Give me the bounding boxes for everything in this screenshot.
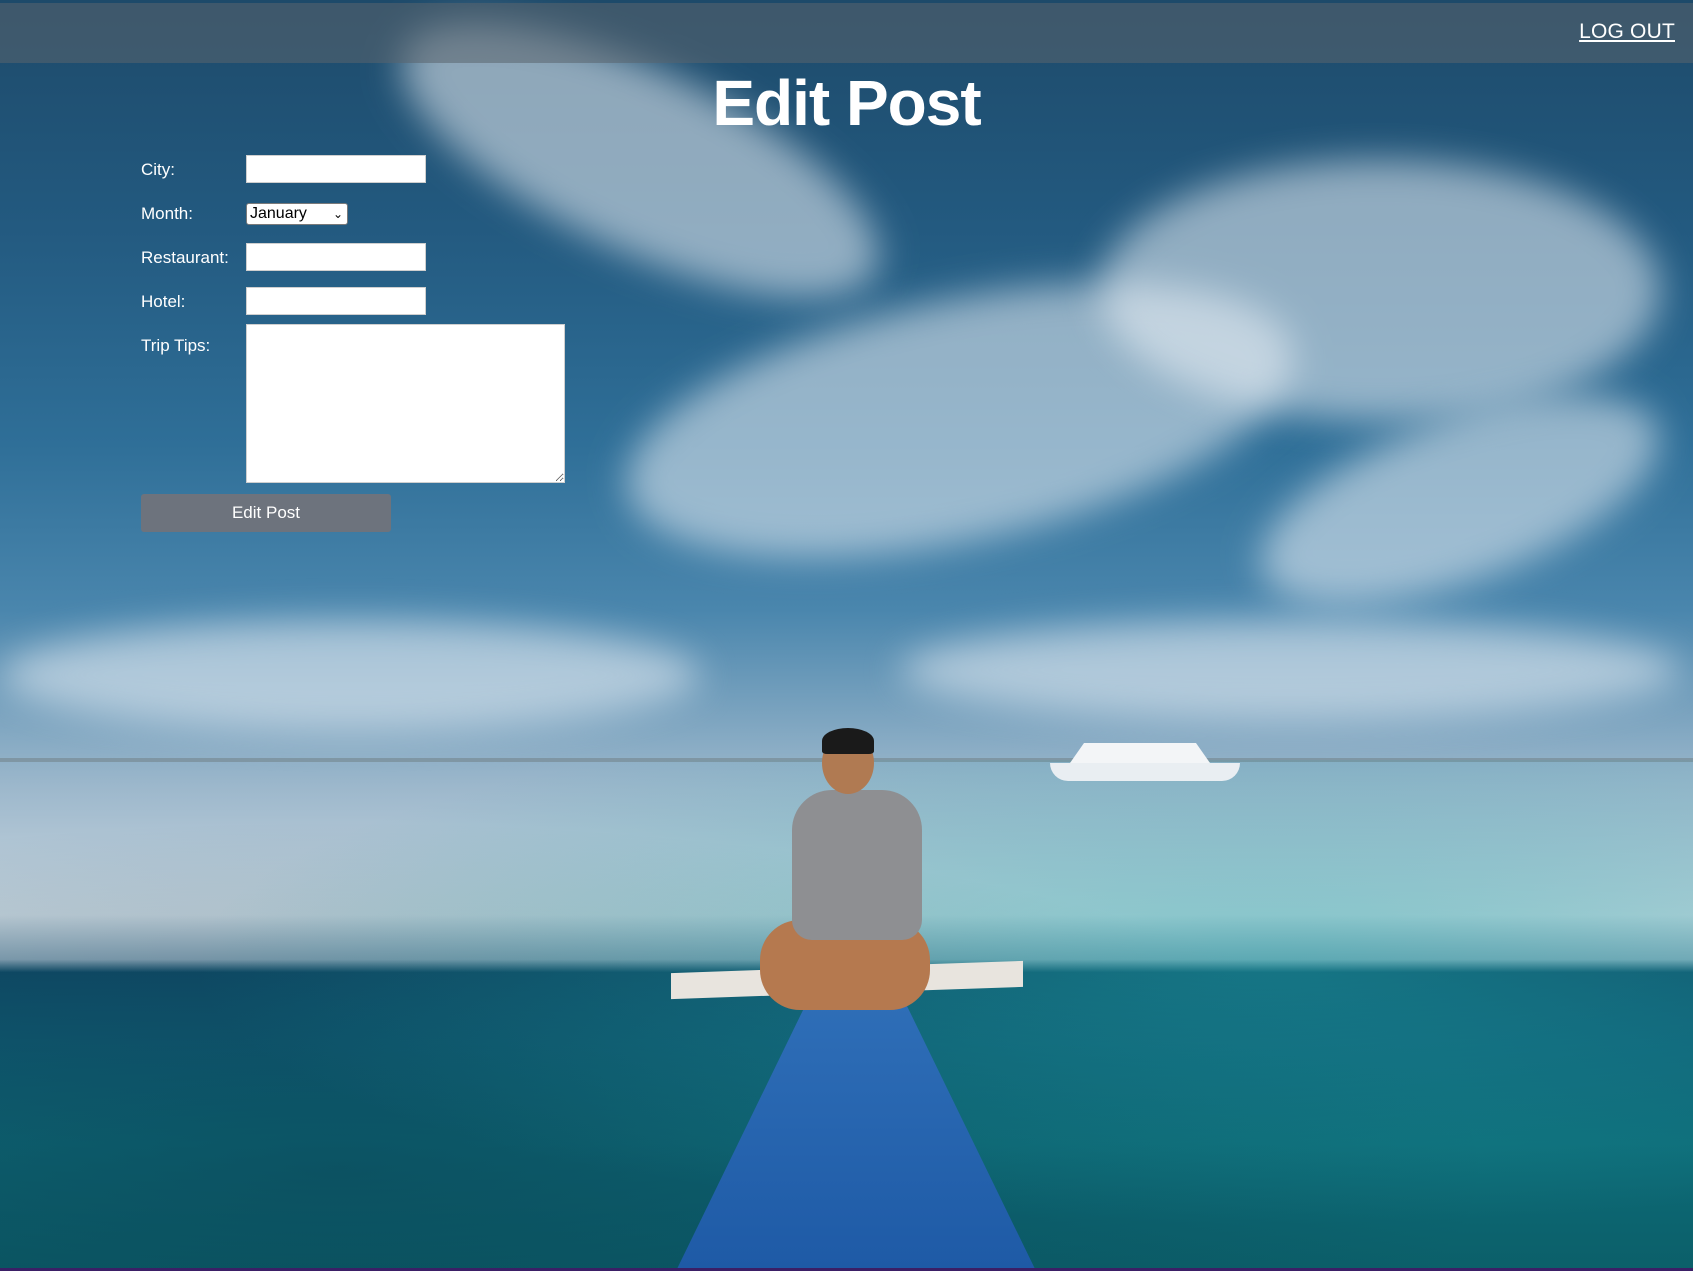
background-photo xyxy=(0,0,1693,1271)
hotel-input[interactable] xyxy=(246,287,426,315)
person-hair xyxy=(822,728,874,754)
cloud xyxy=(0,620,700,730)
trip-tips-label: Trip Tips: xyxy=(141,336,211,355)
month-select[interactable]: January ⌄ xyxy=(246,203,348,225)
top-nav-bar: LOG OUT xyxy=(0,3,1693,63)
cloud xyxy=(900,620,1680,720)
city-input[interactable] xyxy=(246,155,426,183)
edit-post-button[interactable]: Edit Post xyxy=(141,494,391,532)
person-torso xyxy=(792,790,922,940)
hotel-label: Hotel: xyxy=(141,292,186,311)
month-label: Month: xyxy=(141,204,193,223)
distant-boat xyxy=(1010,735,1275,795)
restaurant-label: Restaurant: xyxy=(141,248,229,267)
month-selected-value: January xyxy=(250,205,307,222)
logout-link[interactable]: LOG OUT xyxy=(1579,20,1675,44)
restaurant-input[interactable] xyxy=(246,243,426,271)
trip-tips-textarea[interactable] xyxy=(246,324,565,483)
chevron-down-icon: ⌄ xyxy=(332,207,343,221)
cloud xyxy=(1100,160,1660,420)
page-title: Edit Post xyxy=(712,67,981,139)
city-label: City: xyxy=(141,160,175,179)
